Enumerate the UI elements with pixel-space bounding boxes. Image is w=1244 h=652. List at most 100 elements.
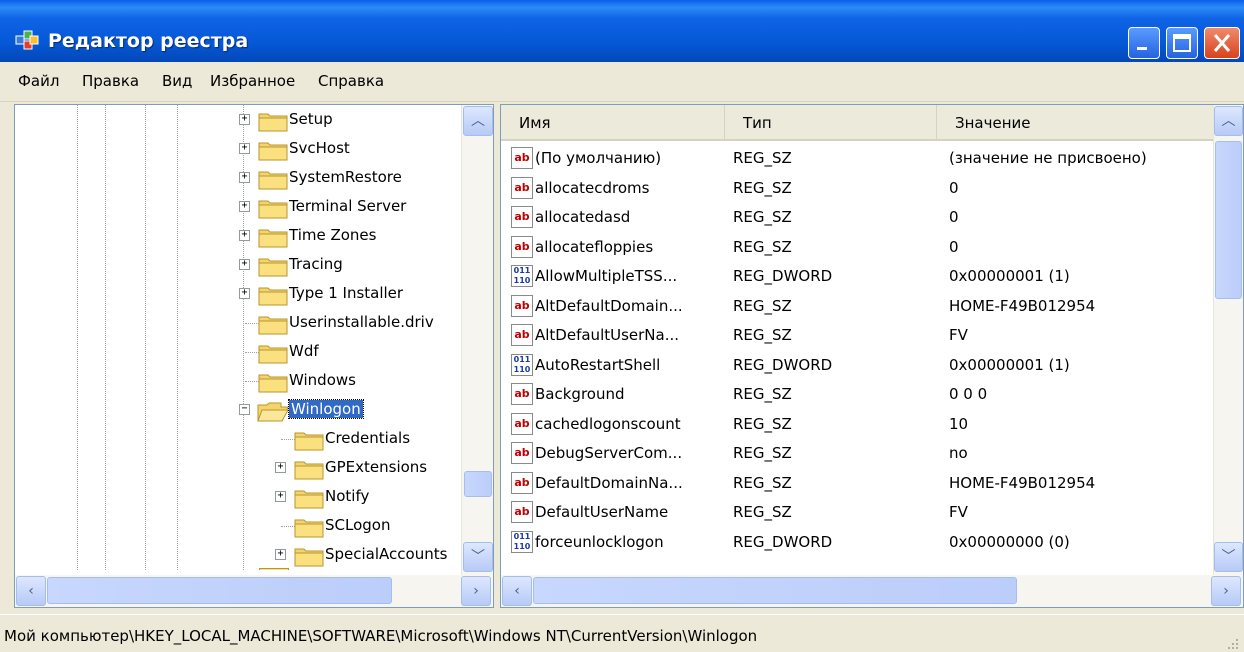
tree-item[interactable]: Userinstallable.driv bbox=[15, 309, 460, 338]
tree-item-label[interactable]: Setup bbox=[289, 110, 333, 128]
scroll-right-button[interactable]: › bbox=[1211, 576, 1241, 606]
tree-item[interactable]: + Terminal Server bbox=[15, 193, 460, 222]
column-header-name[interactable]: Имя bbox=[501, 105, 725, 139]
scroll-thumb[interactable] bbox=[533, 577, 1017, 604]
menu-view[interactable]: Вид bbox=[162, 72, 192, 90]
list-item[interactable]: ab DefaultUserName REG_SZ FV bbox=[501, 498, 1215, 528]
list-item[interactable]: ab DebugServerCom... REG_SZ no bbox=[501, 439, 1215, 469]
tree-item[interactable]: + SystemRestore bbox=[15, 164, 460, 193]
tree-item-label[interactable]: Time Zones bbox=[289, 226, 376, 244]
scroll-up-button[interactable]: ︿ bbox=[1214, 106, 1243, 136]
column-header-type[interactable]: Тип bbox=[725, 105, 937, 139]
string-value-icon: ab bbox=[511, 294, 533, 317]
string-value-icon: ab bbox=[511, 442, 533, 464]
list-item[interactable]: ab cachedlogonscount REG_SZ 10 bbox=[501, 410, 1215, 440]
minimize-button[interactable] bbox=[1128, 27, 1160, 59]
menu-file[interactable]: Файл bbox=[18, 72, 59, 90]
tree-item[interactable]: Wdf bbox=[15, 338, 460, 367]
cell-name: AltDefaultUserNa... bbox=[535, 326, 680, 344]
scroll-thumb[interactable] bbox=[464, 471, 492, 497]
close-button[interactable] bbox=[1204, 27, 1240, 59]
scroll-left-button[interactable]: ‹ bbox=[502, 576, 532, 606]
scroll-thumb[interactable] bbox=[47, 577, 392, 604]
list-rows: ab (По умолчанию) REG_SZ (значение не присв… bbox=[501, 141, 1215, 574]
tree-item[interactable]: + GPExtensions bbox=[15, 454, 460, 483]
list-item[interactable]: ab Background REG_SZ 0 0 0 bbox=[501, 380, 1215, 410]
scroll-down-button[interactable]: ﹀ bbox=[1214, 542, 1243, 572]
string-value-icon: ab bbox=[511, 471, 533, 494]
list-item[interactable]: ab DefaultDomainNa... REG_SZ HOME-F49B01295… bbox=[501, 469, 1215, 499]
tree-item-label[interactable]: Windows bbox=[289, 371, 356, 389]
tree-item-label[interactable]: Terminal Server bbox=[289, 197, 406, 215]
expand-icon[interactable]: + bbox=[275, 462, 286, 473]
registry-tree[interactable]: + Setup + SvcHost + SystemRestore + Terminal Se… bbox=[14, 104, 494, 608]
list-item[interactable]: ab allocatefloppies REG_SZ 0 bbox=[501, 233, 1215, 263]
tree-item-label[interactable]: Wdf bbox=[289, 342, 319, 360]
tree-item-label[interactable]: Credentials bbox=[325, 429, 410, 447]
list-item[interactable]: ab allocatedasd REG_SZ 0 bbox=[501, 203, 1215, 233]
tree-item[interactable]: Windows bbox=[15, 367, 460, 396]
tree-item[interactable]: Credentials bbox=[15, 425, 460, 454]
tree-item-label[interactable]: Userinstallable.driv bbox=[289, 313, 434, 331]
tree-item[interactable]: − Winlogon bbox=[15, 396, 460, 425]
tree-item-label[interactable]: Winlogon bbox=[288, 399, 364, 419]
list-item[interactable]: 011 110 AutoRestartShell REG_DWORD 0x000000… bbox=[501, 351, 1215, 381]
scroll-right-button[interactable]: › bbox=[461, 576, 491, 606]
scroll-up-button[interactable]: ︿ bbox=[463, 106, 493, 136]
cell-type: REG_SZ bbox=[733, 296, 792, 315]
title-bar[interactable]: Редактор реестра bbox=[0, 0, 1244, 62]
tree-vertical-scrollbar[interactable]: ︿ ﹀ bbox=[461, 105, 493, 575]
tree-item[interactable]: SCLogon bbox=[15, 512, 460, 541]
expand-icon[interactable]: + bbox=[275, 491, 286, 502]
list-horizontal-scrollbar[interactable]: ‹ › bbox=[501, 575, 1243, 607]
tree-item[interactable]: + Type 1 Installer bbox=[15, 280, 460, 309]
folder-icon bbox=[293, 516, 325, 538]
expand-icon[interactable]: + bbox=[239, 230, 250, 241]
cell-name: Background bbox=[535, 385, 625, 403]
tree-item[interactable]: + Setup bbox=[15, 106, 460, 135]
scroll-down-button[interactable]: ﹀ bbox=[463, 542, 493, 572]
scroll-left-button[interactable]: ‹ bbox=[16, 576, 46, 606]
expand-icon[interactable]: + bbox=[239, 259, 250, 270]
cell-type: REG_SZ bbox=[733, 237, 792, 256]
maximize-button[interactable] bbox=[1166, 27, 1198, 59]
chevron-up-icon: ︿ bbox=[1221, 113, 1236, 129]
expand-icon[interactable]: + bbox=[239, 114, 250, 125]
expand-icon[interactable]: + bbox=[239, 201, 250, 212]
tree-item[interactable]: + Notify bbox=[15, 483, 460, 512]
menu-help[interactable]: Справка bbox=[318, 72, 384, 90]
expand-icon[interactable]: + bbox=[239, 172, 250, 183]
menu-edit[interactable]: Правка bbox=[82, 72, 139, 90]
tree-item-label[interactable]: SystemRestore bbox=[289, 168, 402, 186]
list-item[interactable]: ab AltDefaultUserNa... REG_SZ FV bbox=[501, 321, 1215, 351]
tree-item-label[interactable]: Type 1 Installer bbox=[289, 284, 403, 302]
expand-icon[interactable]: + bbox=[275, 549, 286, 560]
menu-favorites[interactable]: Избранное bbox=[210, 72, 295, 90]
values-list[interactable]: Имя Тип Значение ab (По умолчанию) REG_SZ(… bbox=[500, 104, 1244, 608]
resize-grip-icon[interactable] bbox=[1226, 637, 1240, 651]
tree-item[interactable]: + SvcHost bbox=[15, 135, 460, 164]
cell-value: 0x00000001 (1) bbox=[949, 355, 1070, 374]
list-item[interactable]: ab (По умолчанию) REG_SZ (значение не присв… bbox=[501, 144, 1215, 174]
expand-icon[interactable]: + bbox=[239, 288, 250, 299]
tree-item-label[interactable]: SvcHost bbox=[289, 139, 350, 157]
list-item[interactable]: 011 110 forceunlocklogon REG_DWORD 0x000000… bbox=[501, 528, 1215, 558]
close-icon bbox=[1213, 34, 1231, 52]
tree-item-label[interactable]: GPExtensions bbox=[325, 458, 427, 476]
tree-item-label[interactable]: SpecialAccounts bbox=[325, 545, 447, 563]
tree-item-label[interactable]: SCLogon bbox=[325, 516, 390, 534]
tree-item[interactable]: + Time Zones bbox=[15, 222, 460, 251]
scroll-thumb[interactable] bbox=[1215, 141, 1242, 299]
list-item[interactable]: 011 110 AllowMultipleTSS... REG_DWORD 0x000… bbox=[501, 262, 1215, 292]
tree-item-label[interactable]: Tracing bbox=[289, 255, 343, 273]
list-vertical-scrollbar[interactable]: ︿ ﹀ bbox=[1213, 105, 1243, 575]
collapse-icon[interactable]: − bbox=[239, 404, 250, 415]
column-header-value[interactable]: Значение bbox=[937, 105, 1215, 139]
tree-item-label[interactable]: Notify bbox=[325, 487, 369, 505]
list-item[interactable]: ab AltDefaultDomain... REG_SZ HOME-F49B0129… bbox=[501, 292, 1215, 322]
list-item[interactable]: ab allocatecdroms REG_SZ 0 bbox=[501, 174, 1215, 204]
tree-horizontal-scrollbar[interactable]: ‹ › bbox=[15, 575, 493, 607]
tree-item[interactable]: + Tracing bbox=[15, 251, 460, 280]
tree-item[interactable]: + SpecialAccounts bbox=[15, 541, 460, 570]
expand-icon[interactable]: + bbox=[239, 143, 250, 154]
